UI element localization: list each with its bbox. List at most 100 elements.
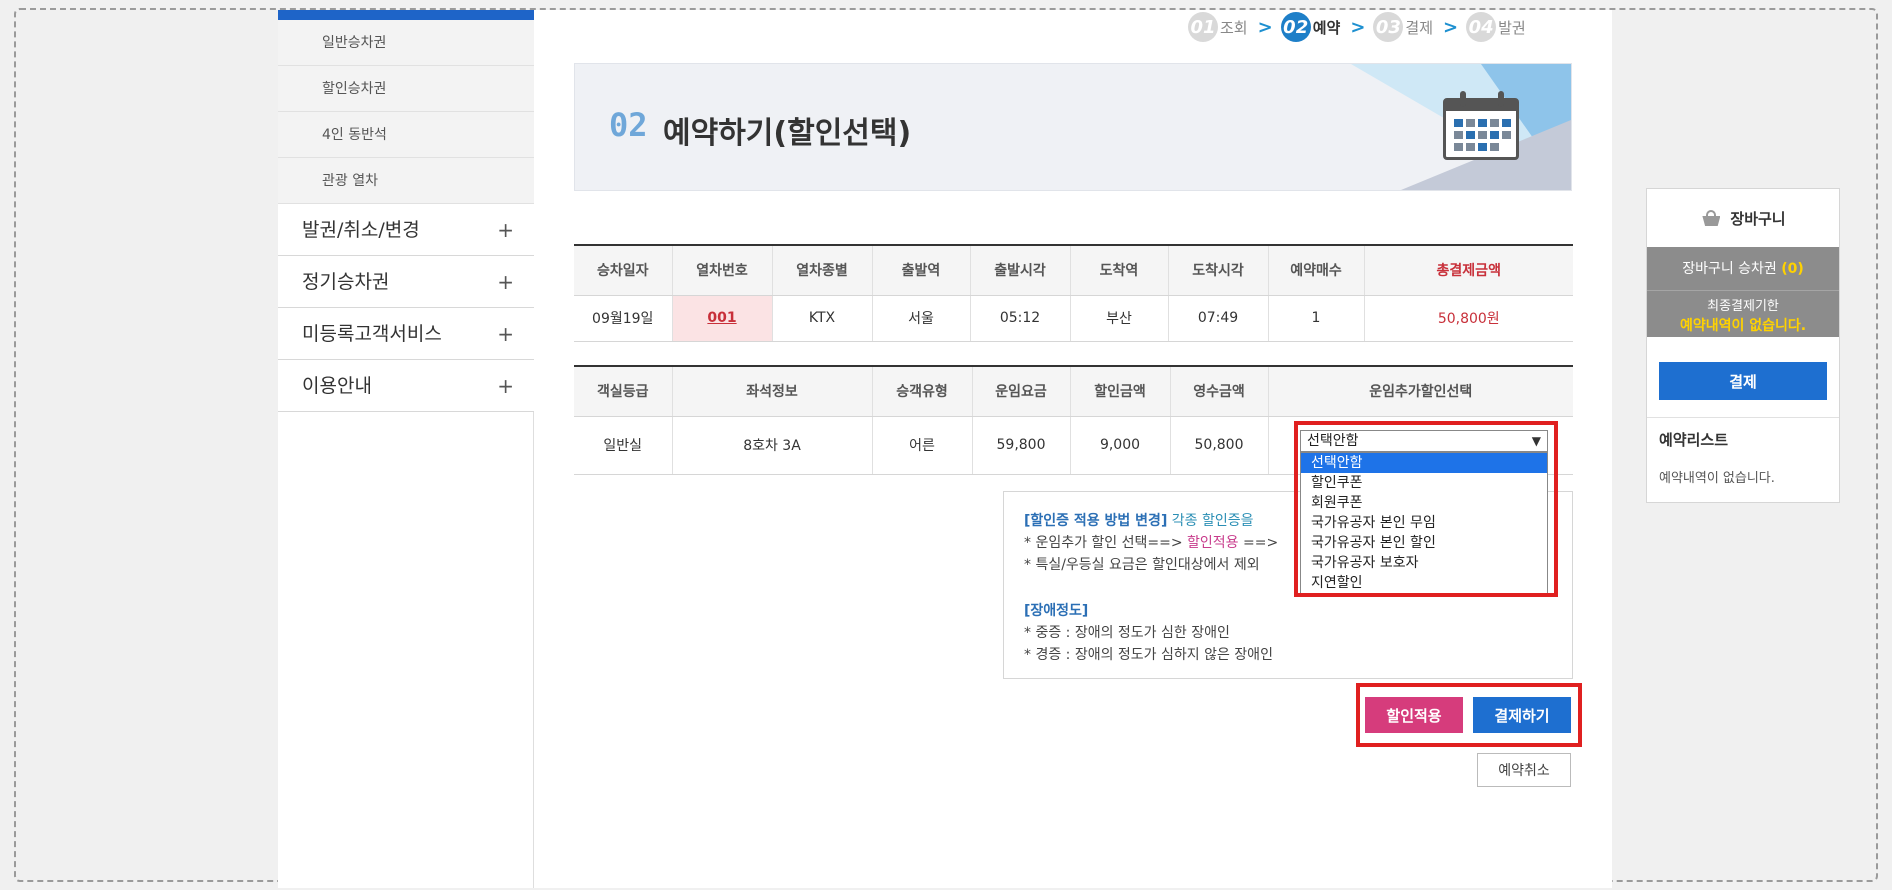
step-label: 발권	[1498, 18, 1526, 37]
sidebar-item-label: 이용안내	[302, 375, 372, 397]
table-header: 출발역	[872, 245, 971, 296]
fare-amount: 59,800	[972, 416, 1071, 475]
train-number-link[interactable]: 001	[707, 310, 736, 326]
sidebar-item-season-ticket[interactable]: 정기승차권 +	[278, 256, 534, 308]
info-title-line: [할인증 적용 방법 변경] 각종 할인증을	[1024, 510, 1254, 530]
chevron-right-icon: >	[1257, 16, 1273, 38]
cart-deadline-value: 예약내역이 없습니다.	[1679, 318, 1807, 334]
table-header: 승객유형	[872, 366, 973, 417]
train-number-cell: 001	[672, 295, 773, 342]
pay-button[interactable]: 결제하기	[1473, 697, 1571, 733]
cart-deadline-label: 최종결제기한	[1707, 299, 1779, 314]
table-header: 도착시각	[1168, 245, 1269, 296]
sidebar-sub-label: 일반승차권	[322, 35, 387, 51]
train-type: KTX	[772, 295, 873, 342]
total-amount: 50,800원	[1364, 295, 1573, 342]
dropdown-option[interactable]: 국가유공자 본인 무임	[1301, 513, 1547, 533]
cart-panel: 장바구니 장바구니 승차권 (0) 최종결제기한 예약내역이 없습니다. 결제 …	[1646, 188, 1840, 503]
banner-step-number: 02	[609, 106, 648, 144]
table-header: 할인금액	[1070, 366, 1171, 417]
seat-class: 일반실	[574, 416, 673, 475]
sidebar-item-label: 미등록고객서비스	[302, 323, 442, 345]
cart-header: 장바구니	[1647, 189, 1839, 247]
dropdown-option[interactable]: 선택안함	[1301, 453, 1547, 473]
table-header: 총결제금액	[1364, 245, 1573, 296]
discount-amount: 9,000	[1070, 416, 1171, 475]
step-number: 02	[1280, 12, 1311, 42]
table-header-row: 승차일자 열차번호 열차종별 출발역 출발시각 도착역 도착시각 예약매수 총결…	[574, 245, 1573, 296]
dropdown-option[interactable]: 지연할인	[1301, 573, 1547, 593]
table-header: 열차번호	[672, 245, 773, 296]
select-value: 선택안함	[1307, 433, 1359, 449]
step-number: 04	[1466, 12, 1497, 42]
reservation-list-title: 예약리스트	[1659, 431, 1729, 449]
sidebar-item-ticketing[interactable]: 발권/취소/변경 +	[278, 204, 534, 256]
cart-divider	[1647, 417, 1839, 418]
info-line: * 경증 : 장애의 정도가 심하지 않은 장애인	[1024, 647, 1273, 663]
plus-icon: +	[497, 270, 514, 294]
apply-discount-button[interactable]: 할인적용	[1365, 697, 1463, 733]
cancel-reservation-button[interactable]: 예약취소	[1477, 753, 1571, 787]
ride-date: 09월19일	[574, 295, 673, 342]
plus-icon: +	[497, 218, 514, 242]
sidebar-active-bar	[278, 10, 534, 20]
sidebar-sub-item-four-seat[interactable]: 4인 동반석	[278, 112, 534, 158]
discount-dropdown: 선택안함 할인쿠폰 회원쿠폰 국가유공자 본인 무임 국가유공자 본인 할인 국…	[1300, 452, 1548, 594]
sidebar-item-label: 발권/취소/변경	[302, 219, 420, 241]
info-text: ==>	[1243, 535, 1279, 551]
sidebar-item-guest-service[interactable]: 미등록고객서비스 +	[278, 308, 534, 360]
sidebar-sub-item-discount[interactable]: 할인승차권	[278, 66, 534, 112]
screenshot-frame: 일반승차권 할인승차권 4인 동반석 관광 열차 발권/취소/변경 + 정기승차…	[0, 0, 1892, 890]
cart-summary: 장바구니 승차권 (0) 최종결제기한 예약내역이 없습니다.	[1647, 247, 1839, 337]
step-indicator: 01 조회 > 02 예약 > 03 결제 > 04 발권	[1180, 10, 1526, 44]
cart-count: 장바구니 승차권 (0)	[1647, 247, 1839, 291]
table-header: 승차일자	[574, 245, 673, 296]
table-header: 출발시각	[970, 245, 1071, 296]
dropdown-option[interactable]: 국가유공자 본인 할인	[1301, 533, 1547, 553]
info-title-rest: 각종 할인증을	[1171, 513, 1254, 529]
step-payment: 03 결제 >	[1373, 12, 1458, 42]
table-header: 예약매수	[1268, 245, 1365, 296]
sidebar-sub-label: 할인승차권	[322, 81, 387, 97]
sidebar-sub-item-regular[interactable]: 일반승차권	[278, 20, 534, 66]
step-label: 결제	[1405, 18, 1434, 37]
table-header-row: 객실등급 좌석정보 승객유형 운임요금 할인금액 영수금액 운임추가할인선택	[574, 366, 1573, 417]
table-header: 도착역	[1070, 245, 1169, 296]
page-banner: 02 예약하기(할인선택)	[574, 63, 1572, 191]
seat-info: 8호차 3A	[672, 416, 873, 475]
sidebar-item-label: 정기승차권	[302, 271, 390, 293]
table-header: 운임추가할인선택	[1268, 366, 1573, 417]
info-title: [할인증 적용 방법 변경]	[1024, 513, 1168, 529]
step-number: 01	[1188, 12, 1218, 42]
step-reserve: 02 예약 >	[1280, 12, 1366, 42]
page-title: 예약하기(할인선택)	[663, 116, 912, 151]
step-search: 01 조회 >	[1188, 12, 1273, 42]
dropdown-option[interactable]: 회원쿠폰	[1301, 493, 1547, 513]
depart-station: 서울	[872, 295, 971, 342]
dropdown-option[interactable]: 할인쿠폰	[1301, 473, 1547, 493]
sidebar: 일반승차권 할인승차권 4인 동반석 관광 열차 발권/취소/변경 + 정기승차…	[278, 10, 534, 888]
info-pink-text: 할인적용	[1187, 535, 1239, 551]
sidebar-sub-item-tour[interactable]: 관광 열차	[278, 158, 534, 204]
step-number: 03	[1373, 12, 1404, 42]
discount-select[interactable]: 선택안함 ▼	[1300, 430, 1548, 452]
basket-icon	[1700, 210, 1722, 226]
passenger-type: 어른	[872, 416, 973, 475]
plus-icon: +	[497, 322, 514, 346]
calendar-icon	[1443, 91, 1519, 160]
train-info-table: 승차일자 열차번호 열차종별 출발역 출발시각 도착역 도착시각 예약매수 총결…	[574, 244, 1573, 342]
paid-amount: 50,800	[1170, 416, 1269, 475]
chevron-down-icon: ▼	[1531, 434, 1541, 448]
sidebar-item-guide[interactable]: 이용안내 +	[278, 360, 534, 412]
sidebar-sub-label: 4인 동반석	[322, 127, 387, 143]
cart-pay-button[interactable]: 결제	[1659, 362, 1827, 400]
chevron-right-icon: >	[1350, 16, 1366, 38]
arrive-station: 부산	[1070, 295, 1169, 342]
dropdown-option[interactable]: 국가유공자 보호자	[1301, 553, 1547, 573]
cart-title: 장바구니	[1730, 209, 1786, 228]
reservation-list-empty: 예약내역이 없습니다.	[1659, 471, 1775, 486]
table-header: 열차종별	[772, 245, 873, 296]
step-label: 예약	[1312, 18, 1341, 37]
table-row: 09월19일 001 KTX 서울 05:12 부산 07:49 1 50,80…	[574, 295, 1573, 342]
info-section-title: [장애정도]	[1024, 603, 1089, 619]
